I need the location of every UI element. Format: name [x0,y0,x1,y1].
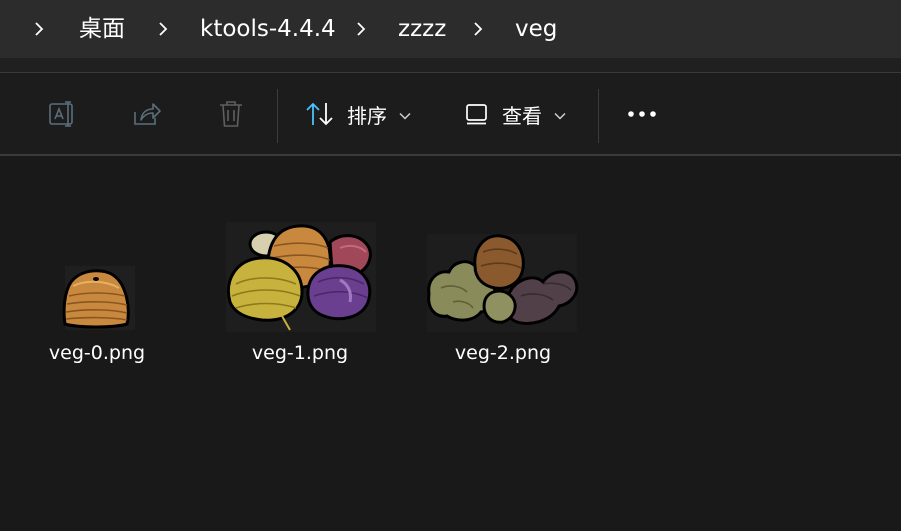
share-icon [132,100,162,128]
delete-button[interactable] [217,73,245,155]
chevron-right-icon[interactable] [158,0,168,58]
file-list-area: veg-0.png veg-1.png veg-2.png [0,156,901,531]
chevron-down-icon [399,105,411,124]
breadcrumb-item-ktools[interactable]: ktools-4.4.4 [200,0,336,58]
breadcrumb-item-desktop[interactable]: 桌面 [79,0,125,58]
share-button[interactable] [132,73,162,155]
file-name: veg-2.png [454,342,552,364]
view-icon [464,102,490,126]
file-name: veg-0.png [48,342,146,364]
chevron-right-icon[interactable] [473,0,483,58]
command-bar: 排序 查看 [0,73,901,155]
view-button[interactable]: 查看 [464,73,566,155]
file-item[interactable]: veg-2.png [427,156,579,376]
rename-button[interactable] [46,73,78,155]
sort-icon [305,100,335,128]
more-options-button[interactable] [626,73,660,155]
breadcrumb-item-veg[interactable]: veg [515,0,557,58]
file-thumbnail [222,218,378,338]
rename-icon [46,100,78,128]
breadcrumb-item-zzzz[interactable]: zzzz [398,0,446,58]
toolbar-divider [277,89,278,143]
chevron-down-icon [554,105,566,124]
sort-label: 排序 [347,103,387,128]
toolbar-divider [598,89,599,143]
address-bar: 桌面 ktools-4.4.4 zzzz veg [0,0,901,58]
more-icon [626,109,660,119]
file-name: veg-1.png [251,342,349,364]
delete-icon [217,99,245,129]
file-item[interactable]: veg-1.png [226,156,376,376]
chevron-right-icon[interactable] [34,0,44,58]
chevron-right-icon[interactable] [356,0,366,58]
address-bar-gap [0,58,901,72]
sort-button[interactable]: 排序 [305,73,411,155]
file-thumbnail [55,262,139,336]
file-item[interactable]: veg-0.png [27,156,167,376]
file-thumbnail [423,230,583,338]
view-label: 查看 [502,103,542,128]
